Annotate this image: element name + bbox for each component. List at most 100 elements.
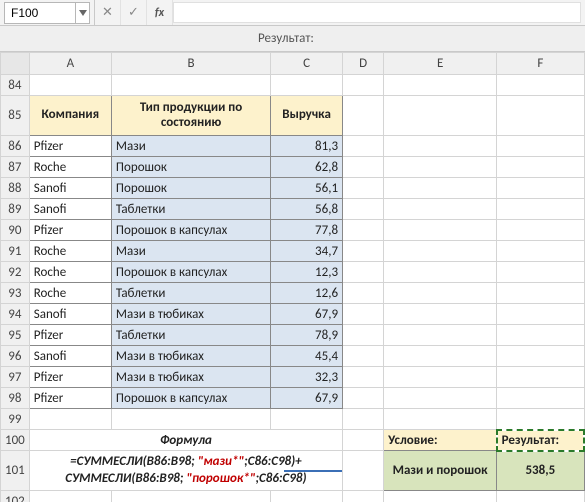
cell[interactable]: Roche xyxy=(29,241,111,262)
cell[interactable] xyxy=(384,409,497,430)
cell[interactable] xyxy=(111,491,270,502)
cell[interactable]: Таблетки xyxy=(111,199,270,220)
cell[interactable]: Порошок в капсулах xyxy=(111,220,270,241)
cell[interactable]: 12,3 xyxy=(271,262,343,283)
row-header[interactable]: 94 xyxy=(1,304,30,325)
cell[interactable]: 34,7 xyxy=(271,241,343,262)
row-header[interactable]: 99 xyxy=(1,409,30,430)
cell[interactable]: Мази в тюбиках xyxy=(111,367,270,388)
cell[interactable]: Roche xyxy=(29,283,111,304)
cell[interactable] xyxy=(497,157,584,178)
cell[interactable] xyxy=(497,283,584,304)
cell[interactable] xyxy=(343,136,384,157)
cell[interactable] xyxy=(343,367,384,388)
cell[interactable] xyxy=(343,262,384,283)
cell[interactable]: Sanofi xyxy=(29,178,111,199)
cell[interactable]: 67,9 xyxy=(271,304,343,325)
cell[interactable]: Тип продукции по состоянию xyxy=(111,96,270,136)
row-header[interactable]: 98 xyxy=(1,388,30,409)
row-header[interactable]: 100 xyxy=(1,430,30,451)
col-header-A[interactable]: A xyxy=(29,53,111,75)
cell[interactable] xyxy=(271,75,343,96)
cell[interactable] xyxy=(343,157,384,178)
row-header[interactable]: 85 xyxy=(1,96,30,136)
cell[interactable] xyxy=(497,491,584,502)
col-header-D[interactable]: D xyxy=(343,53,384,75)
cell[interactable] xyxy=(384,220,497,241)
cell[interactable] xyxy=(384,136,497,157)
col-header-B[interactable]: B xyxy=(111,53,270,75)
cell[interactable]: Мази в тюбиках xyxy=(111,346,270,367)
formula-input[interactable] xyxy=(173,2,581,23)
cell[interactable] xyxy=(343,409,384,430)
name-box-dropdown[interactable] xyxy=(76,2,90,24)
cell[interactable]: Формула xyxy=(29,430,342,451)
select-all-corner[interactable] xyxy=(1,53,30,75)
cell[interactable] xyxy=(29,491,111,502)
cell[interactable]: Порошок xyxy=(111,178,270,199)
cell[interactable]: Pfizer xyxy=(29,367,111,388)
cell[interactable] xyxy=(497,409,584,430)
cell[interactable]: Sanofi xyxy=(29,304,111,325)
cell[interactable]: Pfizer xyxy=(29,388,111,409)
cell[interactable] xyxy=(497,178,584,199)
row-header[interactable]: 87 xyxy=(1,157,30,178)
cell[interactable]: 62,8 xyxy=(271,157,343,178)
cell[interactable]: 78,9 xyxy=(271,325,343,346)
cell[interactable]: 77,8 xyxy=(271,220,343,241)
col-header-C[interactable]: C xyxy=(271,53,343,75)
cell[interactable]: Порошок xyxy=(111,157,270,178)
cell[interactable]: Мази xyxy=(111,136,270,157)
cell[interactable] xyxy=(497,388,584,409)
row-header[interactable]: 86 xyxy=(1,136,30,157)
cell[interactable] xyxy=(343,178,384,199)
cell[interactable] xyxy=(343,96,384,136)
col-header-E[interactable]: E xyxy=(384,53,497,75)
cell[interactable] xyxy=(497,346,584,367)
cell[interactable] xyxy=(29,409,111,430)
cell[interactable]: Roche xyxy=(29,262,111,283)
cell[interactable]: Мази в тюбиках xyxy=(111,304,270,325)
cell[interactable]: Компания xyxy=(29,96,111,136)
cell[interactable] xyxy=(271,409,343,430)
cell[interactable]: Условие: xyxy=(384,430,497,451)
cell[interactable]: Мази xyxy=(111,241,270,262)
cell[interactable] xyxy=(343,75,384,96)
col-header-F[interactable]: F xyxy=(497,53,584,75)
cell[interactable] xyxy=(111,75,270,96)
cell[interactable]: Pfizer xyxy=(29,136,111,157)
cell[interactable] xyxy=(384,157,497,178)
cell[interactable] xyxy=(384,491,497,502)
cell[interactable] xyxy=(497,304,584,325)
spreadsheet-grid[interactable]: A B C D E F 8485КомпанияТип продукции по… xyxy=(0,52,585,502)
cell[interactable]: Таблетки xyxy=(111,283,270,304)
cell[interactable] xyxy=(497,220,584,241)
cell[interactable] xyxy=(497,325,584,346)
cell[interactable] xyxy=(497,199,584,220)
formula-cell[interactable]: =СУММЕСЛИ(B86:B98; "мази*";C86:C98)+СУММ… xyxy=(29,451,342,491)
cell[interactable] xyxy=(384,178,497,199)
cell[interactable] xyxy=(343,220,384,241)
cell[interactable] xyxy=(384,346,497,367)
cell[interactable] xyxy=(384,367,497,388)
cell[interactable]: 45,4 xyxy=(271,346,343,367)
cell[interactable]: 67,9 xyxy=(271,388,343,409)
cell[interactable] xyxy=(384,199,497,220)
row-header[interactable]: 95 xyxy=(1,325,30,346)
cell[interactable] xyxy=(497,262,584,283)
cell[interactable] xyxy=(497,136,584,157)
row-header[interactable]: 93 xyxy=(1,283,30,304)
cell[interactable] xyxy=(384,304,497,325)
cell[interactable]: Мази и порошок xyxy=(384,451,497,491)
row-header[interactable]: 96 xyxy=(1,346,30,367)
cell[interactable] xyxy=(343,430,384,451)
row-header[interactable]: 91 xyxy=(1,241,30,262)
cell[interactable] xyxy=(497,241,584,262)
cell[interactable] xyxy=(384,325,497,346)
cell[interactable] xyxy=(343,346,384,367)
cell[interactable] xyxy=(343,325,384,346)
cell[interactable]: 56,8 xyxy=(271,199,343,220)
cell[interactable]: Выручка xyxy=(271,96,343,136)
cell[interactable]: 538,5 xyxy=(497,451,584,491)
cell[interactable] xyxy=(384,388,497,409)
